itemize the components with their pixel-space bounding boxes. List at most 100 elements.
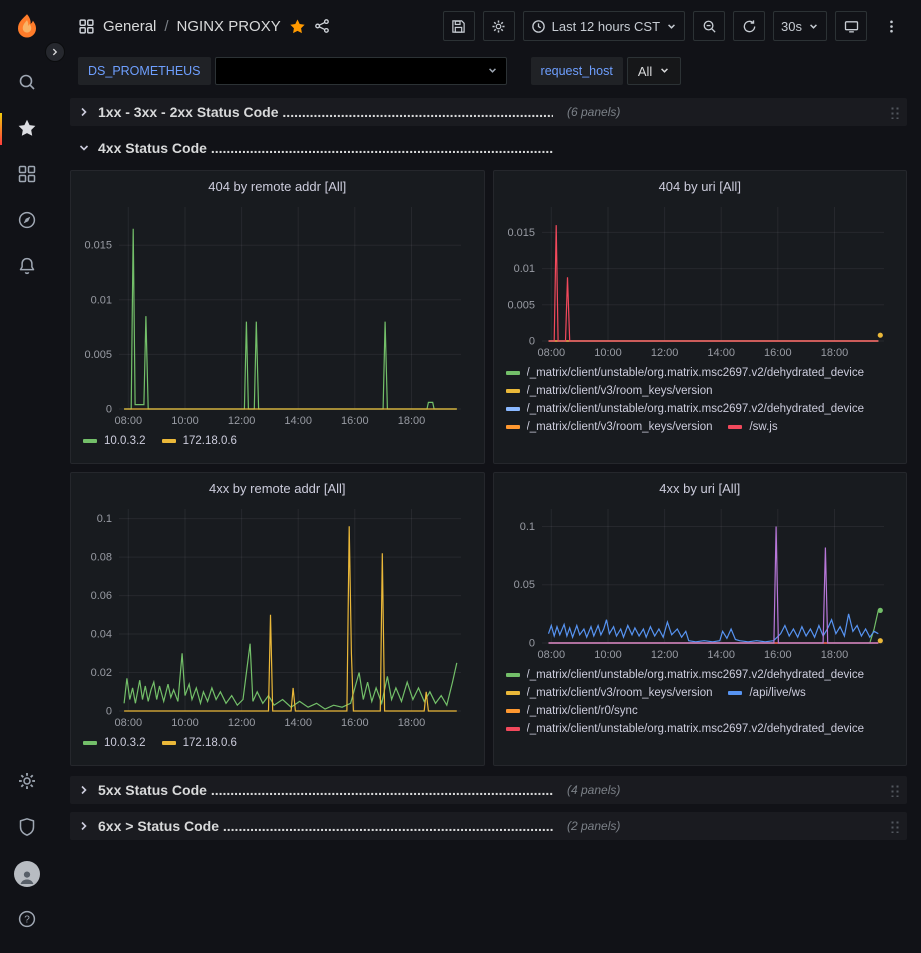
legend-item[interactable]: /api/live/ws [728, 687, 805, 699]
legend-item[interactable]: /_matrix/client/unstable/org.matrix.msc2… [506, 723, 865, 735]
ds-prometheus-dropdown[interactable] [215, 57, 507, 85]
sidebar-item-profile[interactable] [0, 851, 54, 897]
sidebar: ? [0, 0, 54, 953]
more-options-button[interactable] [875, 11, 907, 41]
legend-swatch [506, 425, 520, 429]
chevron-right-icon [78, 106, 90, 118]
legend-swatch [83, 439, 97, 443]
sidebar-item-explore[interactable] [0, 198, 54, 244]
request-host-dropdown[interactable]: All [627, 57, 681, 85]
svg-text:12:00: 12:00 [228, 415, 256, 427]
row-panel-count: (2 panels) [567, 819, 620, 833]
legend-item[interactable]: 172.18.0.6 [162, 435, 237, 447]
svg-text:14:00: 14:00 [284, 415, 312, 427]
row-drag-handle[interactable] [890, 105, 899, 119]
sidebar-item-alerting[interactable] [0, 244, 54, 290]
panel-title[interactable]: 404 by remote addr [All] [79, 177, 476, 199]
clock-icon [531, 19, 546, 34]
svg-text:0.04: 0.04 [91, 629, 112, 641]
chevron-down-icon [487, 64, 498, 79]
row-1xx-3xx-2xx-status-code[interactable]: 1xx - 3xx - 2xx Status Code ............… [70, 98, 907, 126]
svg-text:10:00: 10:00 [171, 717, 199, 729]
svg-text:0: 0 [528, 336, 534, 348]
panel-legend: 10.0.3.2 172.18.0.6 [79, 429, 476, 447]
tv-mode-button[interactable] [835, 11, 867, 41]
variable-label-ds-prometheus[interactable]: DS_PROMETHEUS [78, 57, 211, 85]
sidebar-item-starred[interactable] [0, 106, 54, 152]
legend-series-name: /_matrix/client/r0/sync [527, 705, 638, 717]
svg-text:0.1: 0.1 [97, 513, 112, 525]
legend-item[interactable]: /_matrix/client/unstable/org.matrix.msc2… [506, 367, 865, 379]
row-drag-handle[interactable] [890, 819, 899, 833]
zoom-out-button[interactable] [693, 11, 725, 41]
user-avatar [14, 861, 40, 887]
breadcrumb-separator: / [164, 18, 168, 35]
panel-title[interactable]: 4xx by remote addr [All] [79, 479, 476, 501]
legend-item[interactable]: 10.0.3.2 [83, 435, 146, 447]
chevron-right-icon [78, 820, 90, 832]
svg-text:10:00: 10:00 [171, 415, 199, 427]
legend-item[interactable]: 172.18.0.6 [162, 737, 237, 749]
timeseries-chart[interactable]: 00.050.108:0010:0012:0014:0016:0018:00 [502, 501, 900, 663]
legend-item[interactable]: /_matrix/client/unstable/org.matrix.msc2… [506, 403, 865, 415]
timeseries-chart[interactable]: 00.0050.010.01508:0010:0012:0014:0016:00… [502, 199, 900, 361]
panel-404-by-uri[interactable]: 404 by uri [All] 00.0050.010.01508:0010:… [493, 170, 908, 464]
svg-text:10:00: 10:00 [594, 347, 622, 359]
breadcrumb-section[interactable]: General [103, 18, 156, 35]
sidebar-item-help[interactable]: ? [0, 897, 54, 943]
legend-item[interactable]: /_matrix/client/r0/sync [506, 705, 638, 717]
panel-4xx-by-uri[interactable]: 4xx by uri [All] 00.050.108:0010:0012:00… [493, 472, 908, 766]
share-icon[interactable] [314, 18, 330, 34]
legend-swatch [728, 691, 742, 695]
legend-item[interactable]: 10.0.3.2 [83, 737, 146, 749]
favorite-star-icon[interactable] [289, 18, 306, 35]
row-title-wrap: 4xx Status Code ........................… [98, 140, 553, 156]
sidebar-expand-button[interactable] [45, 42, 65, 62]
search-icon [17, 72, 37, 95]
dashboard-settings-button[interactable] [483, 11, 515, 41]
grafana-logo[interactable] [10, 10, 44, 44]
star-icon [17, 118, 37, 141]
legend-swatch [506, 727, 520, 731]
bell-icon [17, 256, 37, 279]
refresh-button[interactable] [733, 11, 765, 41]
legend-series-name: /_matrix/client/v3/room_keys/version [527, 687, 713, 699]
kebab-icon [884, 19, 899, 34]
apps-grid-icon [78, 18, 95, 35]
legend-item[interactable]: /sw.js [728, 421, 777, 433]
row-title: 6xx > Status Code [98, 818, 223, 834]
legend-series-name: /_matrix/client/v3/room_keys/version [527, 385, 713, 397]
panel-title[interactable]: 4xx by uri [All] [502, 479, 899, 501]
legend-item[interactable]: /_matrix/client/v3/room_keys/version [506, 385, 713, 397]
timeseries-chart[interactable]: 00.020.040.060.080.108:0010:0012:0014:00… [79, 501, 477, 731]
svg-text:18:00: 18:00 [398, 717, 426, 729]
row-drag-handle[interactable] [890, 783, 899, 797]
row-6xx-status-code[interactable]: 6xx > Status Code ......................… [70, 812, 907, 840]
panel-4xx-by-remote-addr[interactable]: 4xx by remote addr [All] 00.020.040.060.… [70, 472, 485, 766]
chevron-down-icon [808, 21, 819, 32]
row-title: 5xx Status Code [98, 782, 211, 798]
sidebar-item-server-admin[interactable] [0, 805, 54, 851]
time-range-picker[interactable]: Last 12 hours CST [523, 11, 685, 41]
row-leader: ........................................… [282, 104, 553, 120]
legend-series-name: 172.18.0.6 [183, 435, 237, 447]
row-5xx-status-code[interactable]: 5xx Status Code ........................… [70, 776, 907, 804]
save-dashboard-button[interactable] [443, 11, 475, 41]
legend-item[interactable]: /_matrix/client/v3/room_keys/version [506, 421, 713, 433]
panel-404-by-remote-addr[interactable]: 404 by remote addr [All] 00.0050.010.015… [70, 170, 485, 464]
timeseries-chart[interactable]: 00.0050.010.01508:0010:0012:0014:0016:00… [79, 199, 477, 429]
breadcrumb-dashboard-title[interactable]: NGINX PROXY [177, 18, 281, 35]
panel-title[interactable]: 404 by uri [All] [502, 177, 899, 199]
row-4xx-status-code[interactable]: 4xx Status Code ........................… [70, 134, 907, 162]
sidebar-item-search[interactable] [0, 60, 54, 106]
svg-text:0.005: 0.005 [507, 299, 535, 311]
variable-label-request-host[interactable]: request_host [531, 57, 623, 85]
legend-item[interactable]: /_matrix/client/v3/room_keys/version [506, 687, 713, 699]
svg-text:16:00: 16:00 [341, 415, 369, 427]
sidebar-item-dashboards[interactable] [0, 152, 54, 198]
legend-item[interactable]: /_matrix/client/unstable/org.matrix.msc2… [506, 669, 865, 681]
sidebar-item-configuration[interactable] [0, 759, 54, 805]
row-leader: ........................................… [211, 140, 553, 156]
refresh-interval-picker[interactable]: 30s [773, 11, 827, 41]
refresh-icon [742, 19, 757, 34]
